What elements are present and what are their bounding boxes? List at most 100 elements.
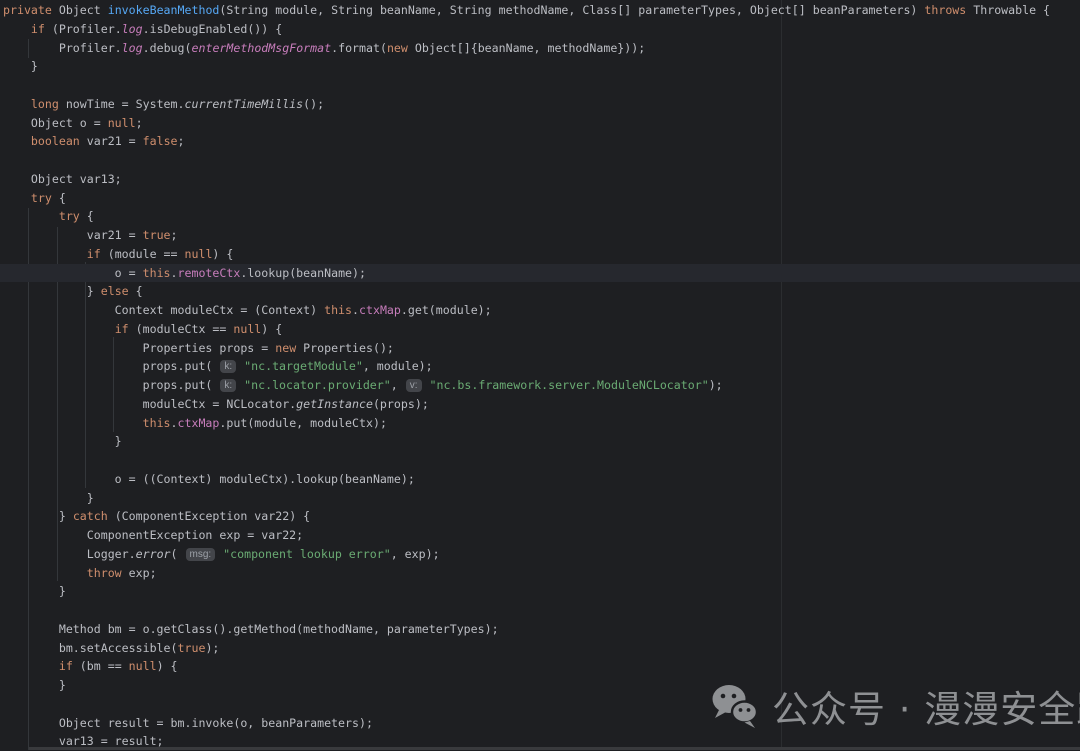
code-line[interactable]: if (moduleCtx == null) { <box>3 320 1080 339</box>
code-token: (String module, String beanName, String … <box>219 3 924 17</box>
code-token <box>3 209 59 223</box>
code-token: log <box>122 22 143 36</box>
code-line[interactable]: Logger.error( msg: "component lookup err… <box>3 545 1080 564</box>
code-line[interactable]: try { <box>3 207 1080 226</box>
code-line[interactable]: boolean var21 = false; <box>3 132 1080 151</box>
code-token: ctxMap <box>178 416 220 430</box>
code-token: if <box>31 22 45 36</box>
code-token: getInstance <box>296 397 373 411</box>
code-token: throws <box>924 3 966 17</box>
code-token: boolean <box>31 134 80 148</box>
code-token: ComponentException exp = var22; <box>3 528 303 542</box>
code-line[interactable]: bm.setAccessible(true); <box>3 639 1080 658</box>
code-line[interactable]: } <box>3 57 1080 76</box>
code-line[interactable]: } <box>3 432 1080 451</box>
code-token: (bm == <box>73 659 129 673</box>
code-token: new <box>275 341 296 355</box>
code-token: false <box>143 134 178 148</box>
watermark-text: 公众号 · 漫漫安全路 <box>772 679 1080 733</box>
code-line[interactable] <box>3 601 1080 620</box>
code-line[interactable] <box>3 451 1080 470</box>
code-line[interactable]: var21 = true; <box>3 226 1080 245</box>
code-line[interactable]: Method bm = o.getClass().getMethod(metho… <box>3 620 1080 639</box>
code-line[interactable]: this.ctxMap.put(module, moduleCtx); <box>3 414 1080 433</box>
code-token: Throwable { <box>966 3 1050 17</box>
code-token: try <box>31 191 52 205</box>
code-line[interactable]: } else { <box>3 282 1080 301</box>
code-token: null <box>108 116 136 130</box>
code-token: ) { <box>261 322 282 336</box>
code-line[interactable]: try { <box>3 189 1080 208</box>
code-token: if <box>87 247 101 261</box>
code-token <box>3 134 31 148</box>
code-line[interactable]: long nowTime = System.currentTimeMillis(… <box>3 95 1080 114</box>
code-line[interactable]: ComponentException exp = var22; <box>3 526 1080 545</box>
code-token: null <box>185 247 213 261</box>
code-token: invokeBeanMethod <box>108 3 220 17</box>
code-token: .debug( <box>143 41 192 55</box>
code-token <box>3 22 31 36</box>
code-area[interactable]: private Object invokeBeanMethod(String m… <box>0 0 1080 750</box>
code-token <box>3 97 31 111</box>
code-line[interactable]: } catch (ComponentException var22) { <box>3 507 1080 526</box>
code-line[interactable] <box>3 151 1080 170</box>
code-token: "component lookup error" <box>223 547 391 561</box>
code-line[interactable]: props.put( k: "nc.locator.provider", v: … <box>3 376 1080 395</box>
code-token: ) { <box>157 659 178 673</box>
code-token: currentTimeMillis <box>184 97 303 111</box>
inlay-hint: msg: <box>186 548 216 561</box>
code-token: } <box>3 491 94 505</box>
code-token: Profiler. <box>3 41 122 55</box>
code-token: o = <box>3 266 143 280</box>
code-token: this <box>143 416 171 430</box>
code-token: . <box>352 303 359 317</box>
code-line[interactable] <box>3 76 1080 95</box>
code-line[interactable]: Context moduleCtx = (Context) this.ctxMa… <box>3 301 1080 320</box>
code-editor[interactable]: private Object invokeBeanMethod(String m… <box>0 0 1080 750</box>
code-token: Method bm = o.getClass().getMethod(metho… <box>3 622 499 636</box>
code-token: } <box>3 509 73 523</box>
code-line[interactable]: if (module == null) { <box>3 245 1080 264</box>
code-line[interactable]: } <box>3 489 1080 508</box>
code-token: "nc.locator.provider" <box>244 378 391 392</box>
code-line[interactable]: } <box>3 582 1080 601</box>
inlay-hint: k: <box>220 379 236 392</box>
code-line[interactable]: Properties props = new Properties(); <box>3 339 1080 358</box>
code-token: (Profiler. <box>45 22 122 36</box>
code-line[interactable]: Object var13; <box>3 170 1080 189</box>
code-token: remoteCtx <box>178 266 241 280</box>
code-token: private <box>3 3 52 17</box>
code-token: props.put( <box>3 359 219 373</box>
code-line[interactable]: if (Profiler.log.isDebugEnabled()) { <box>3 20 1080 39</box>
code-token: (); <box>303 97 324 111</box>
code-line[interactable]: private Object invokeBeanMethod(String m… <box>3 1 1080 20</box>
code-token: props.put( <box>3 378 219 392</box>
code-line[interactable]: Object o = null; <box>3 114 1080 133</box>
code-token: var21 = <box>3 228 143 242</box>
code-token: if <box>59 659 73 673</box>
code-token: . <box>171 266 178 280</box>
code-token <box>3 322 115 336</box>
code-token: nowTime = System. <box>59 97 185 111</box>
code-token: } <box>3 434 122 448</box>
code-line[interactable]: props.put( k: "nc.targetModule", module)… <box>3 357 1080 376</box>
code-line[interactable]: if (bm == null) { <box>3 657 1080 676</box>
code-token: Object[]{beanName, methodName})); <box>408 41 645 55</box>
code-token: this <box>143 266 171 280</box>
code-token: log <box>122 41 143 55</box>
code-line[interactable]: throw exp; <box>3 564 1080 583</box>
code-token: true <box>143 228 171 242</box>
code-line-current[interactable]: o = this.remoteCtx.lookup(beanName); <box>3 264 1080 283</box>
code-token: Properties props = <box>3 341 275 355</box>
code-token: ( <box>171 547 185 561</box>
code-line[interactable]: moduleCtx = NCLocator.getInstance(props)… <box>3 395 1080 414</box>
code-token: new <box>387 41 408 55</box>
code-token: { <box>80 209 94 223</box>
code-token: { <box>52 191 66 205</box>
code-token: , module); <box>363 359 433 373</box>
code-token <box>3 416 143 430</box>
code-line[interactable]: o = ((Context) moduleCtx).lookup(beanNam… <box>3 470 1080 489</box>
code-token: throw <box>87 566 122 580</box>
code-line[interactable]: Profiler.log.debug(enterMethodMsgFormat.… <box>3 39 1080 58</box>
code-token: (module == <box>101 247 185 261</box>
